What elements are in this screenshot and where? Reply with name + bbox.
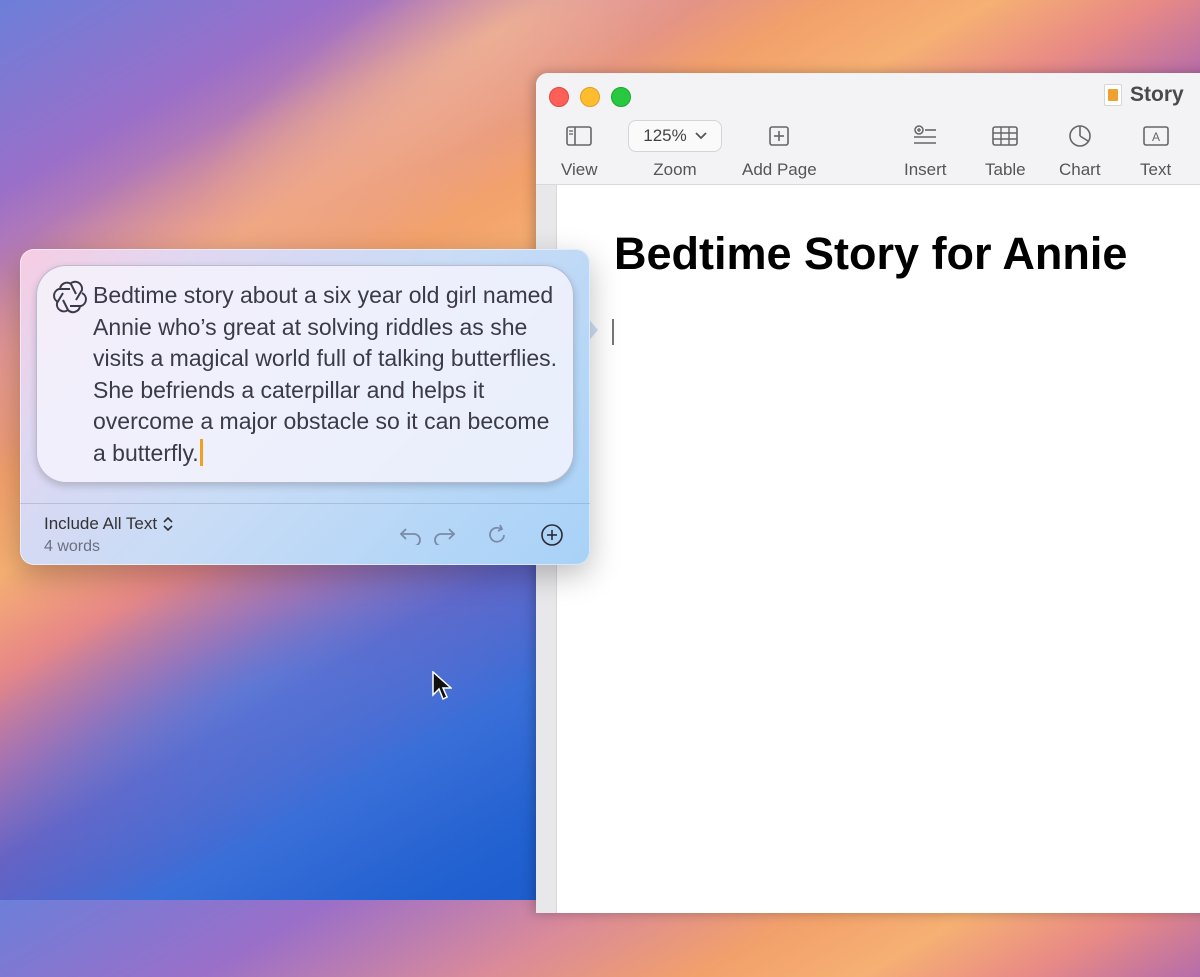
word-count: 4 words [44, 538, 101, 555]
minimize-window-button[interactable] [580, 87, 600, 107]
redo-icon [434, 528, 456, 545]
undo-icon [399, 528, 421, 545]
regenerate-button[interactable] [484, 522, 510, 548]
chevron-down-icon [695, 132, 707, 140]
prompt-text: Bedtime story about a six year old girl … [93, 282, 558, 466]
mouse-pointer-icon [432, 671, 452, 701]
text-box-icon: A [1142, 121, 1169, 151]
add-button[interactable] [539, 522, 565, 548]
zoom-control[interactable]: 125% Zoom [628, 120, 722, 180]
text-insertion-caret [612, 319, 614, 345]
zoom-label: Zoom [653, 160, 697, 179]
redo-button[interactable] [431, 522, 457, 548]
include-text-label: Include All Text [44, 514, 158, 533]
chevron-up-down-icon [163, 517, 173, 531]
view-button[interactable]: View [561, 121, 598, 180]
text-button[interactable]: A Text [1140, 121, 1171, 180]
document-title: Story [1104, 83, 1184, 107]
add-page-label: Add Page [742, 160, 817, 179]
refresh-icon [489, 524, 505, 543]
add-circle-icon [541, 524, 563, 546]
table-label: Table [985, 160, 1026, 179]
sidebar-icon [566, 121, 593, 151]
maximize-window-button[interactable] [611, 87, 631, 107]
view-label: View [561, 160, 598, 179]
add-page-icon [768, 121, 790, 151]
document-heading[interactable]: Bedtime Story for Annie [614, 228, 1127, 280]
chart-button[interactable]: Chart [1059, 121, 1101, 180]
chart-icon [1068, 121, 1092, 151]
writing-tools-popover: Bedtime story about a six year old girl … [20, 249, 590, 565]
insert-button[interactable]: Insert [904, 121, 947, 180]
window-toolbar: Story View 125% Zoom Add Page Insert Tab… [536, 73, 1200, 185]
popover-divider [20, 503, 590, 504]
add-page-button[interactable]: Add Page [742, 121, 817, 180]
table-button[interactable]: Table [985, 121, 1026, 180]
zoom-select[interactable]: 125% [628, 120, 722, 152]
prompt-input[interactable]: Bedtime story about a six year old girl … [36, 265, 574, 483]
include-text-select[interactable]: Include All Text [44, 514, 173, 534]
typing-caret [199, 438, 203, 466]
chart-label: Chart [1059, 160, 1101, 179]
pages-document-icon [1104, 84, 1122, 106]
pages-window: Story View 125% Zoom Add Page Insert Tab… [536, 73, 1200, 913]
svg-text:A: A [1152, 130, 1160, 144]
zoom-value: 125% [643, 126, 687, 145]
close-window-button[interactable] [549, 87, 569, 107]
text-label: Text [1140, 160, 1172, 179]
prompt-text-area[interactable]: Bedtime story about a six year old girl … [93, 280, 563, 469]
document-title-text: Story [1130, 83, 1184, 106]
insert-icon [913, 121, 937, 151]
undo-button[interactable] [398, 522, 424, 548]
chatgpt-icon [53, 280, 87, 314]
table-icon [992, 121, 1019, 151]
insert-label: Insert [904, 160, 947, 179]
